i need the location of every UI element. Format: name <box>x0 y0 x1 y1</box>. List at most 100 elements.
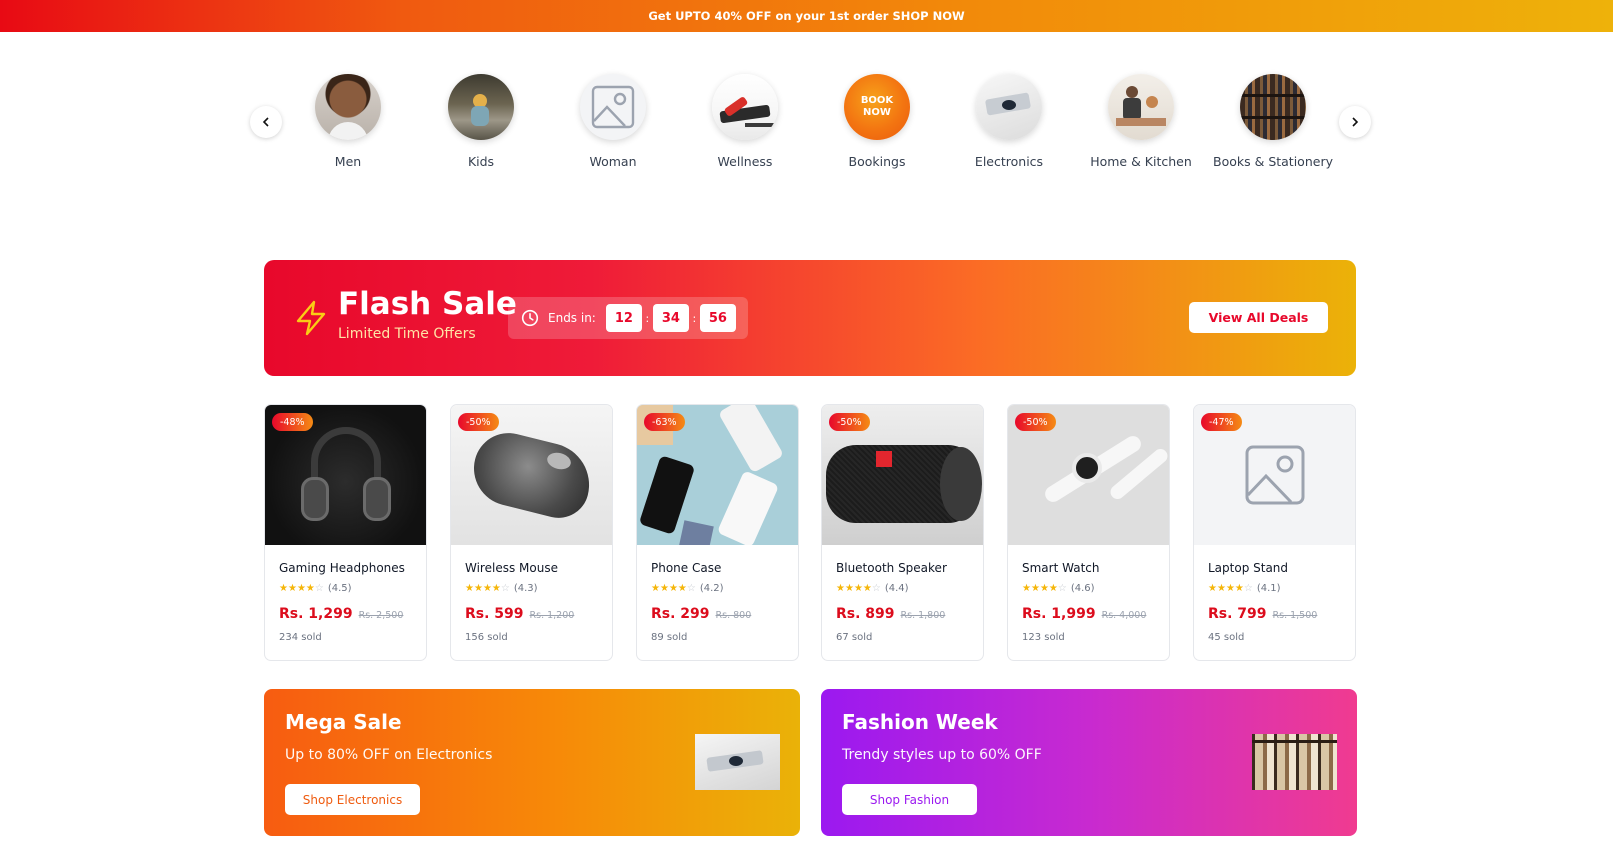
price-row: Rs. 899 Rs. 1,800 <box>836 606 945 622</box>
promo-subtitle: Up to 80% OFF on Electronics <box>285 747 493 763</box>
sale-price: Rs. 1,999 <box>1022 606 1096 622</box>
star-icon: ★ <box>668 582 678 594</box>
promo-bar-text: Get UPTO 40% OFF on your 1st order SHOP … <box>648 9 965 23</box>
library-photo-image <box>1240 74 1306 140</box>
star-icon: ★ <box>1039 582 1049 594</box>
timer-minutes: 34 <box>652 304 689 332</box>
sale-price: Rs. 1,299 <box>279 606 353 622</box>
category-label: Wellness <box>717 154 773 169</box>
mega-sale-banner: Mega Sale Up to 80% OFF on Electronics S… <box>264 689 800 836</box>
product-name: Smart Watch <box>1022 561 1100 575</box>
star-outline-icon: ☆ <box>500 582 510 594</box>
product-card[interactable]: -48% Gaming Headphones ★ ★ ★ ★ ☆ (4.5) Rs. 1… <box>264 404 427 661</box>
star-icon: ★ <box>287 582 297 594</box>
category-wellness[interactable]: Wellness <box>675 72 815 169</box>
carousel-next-button[interactable] <box>1339 106 1371 138</box>
workout-photo-image <box>712 74 778 140</box>
category-men[interactable]: Men <box>278 72 418 169</box>
star-rating: ★ ★ ★ ★ ☆ (4.6) <box>1022 583 1095 594</box>
star-icon: ★ <box>305 582 315 594</box>
star-icon: ★ <box>853 582 863 594</box>
product-card[interactable]: -50% Smart Watch ★ ★ ★ ★ ☆ (4.6) Rs. 1,999 R… <box>1007 404 1170 661</box>
shop-electronics-button[interactable]: Shop Electronics <box>285 784 420 815</box>
product-name: Gaming Headphones <box>279 561 405 575</box>
product-card[interactable]: -50% Bluetooth Speaker ★ ★ ★ ★ ☆ (4.4) Rs. 8… <box>821 404 984 661</box>
chevron-right-icon <box>1352 117 1359 127</box>
kitchen-photo-image <box>1108 74 1174 140</box>
category-books-stationery[interactable]: Books & Stationery <box>1203 72 1343 169</box>
sold-count: 123 sold <box>1022 632 1065 643</box>
star-outline-icon: ☆ <box>1057 582 1067 594</box>
star-outline-icon: ☆ <box>871 582 881 594</box>
star-icon: ★ <box>1216 582 1226 594</box>
timer-separator: : <box>645 311 650 325</box>
category-carousel: Men Kids Woman Wellness BOOK NOW Booking… <box>0 72 1613 182</box>
discount-badge: -50% <box>829 413 870 431</box>
product-card[interactable]: -50% Wireless Mouse ★ ★ ★ ★ ☆ (4.3) Rs. 599 … <box>450 404 613 661</box>
discount-badge: -50% <box>1015 413 1056 431</box>
star-icon: ★ <box>465 582 474 594</box>
star-icon: ★ <box>1048 582 1058 594</box>
star-rating: ★ ★ ★ ★ ☆ (4.1) <box>1208 583 1281 594</box>
price-row: Rs. 299 Rs. 800 <box>651 606 751 622</box>
star-icon: ★ <box>1030 582 1040 594</box>
star-icon: ★ <box>836 582 845 594</box>
book-now-text: BOOK NOW <box>860 95 894 118</box>
product-name: Phone Case <box>651 561 722 575</box>
star-rating: ★ ★ ★ ★ ☆ (4.4) <box>836 583 909 594</box>
sold-count: 89 sold <box>651 632 688 643</box>
category-label: Books & Stationery <box>1213 154 1333 169</box>
star-icon: ★ <box>677 582 687 594</box>
man-portrait-image <box>315 74 381 140</box>
fashion-week-banner: Fashion Week Trendy styles up to 60% OFF… <box>821 689 1357 836</box>
sold-count: 45 sold <box>1208 632 1245 643</box>
star-rating: ★ ★ ★ ★ ☆ (4.3) <box>465 583 538 594</box>
promo-bar[interactable]: Get UPTO 40% OFF on your 1st order SHOP … <box>0 0 1613 32</box>
sale-price: Rs. 799 <box>1208 606 1267 622</box>
price-row: Rs. 799 Rs. 1,500 <box>1208 606 1317 622</box>
sold-count: 234 sold <box>279 632 322 643</box>
product-card[interactable]: -63% Phone Case ★ ★ ★ ★ ☆ (4.2) Rs. 299 Rs. … <box>636 404 799 661</box>
star-icon: ★ <box>659 582 669 594</box>
discount-badge: -47% <box>1201 413 1242 431</box>
discount-badge: -50% <box>458 413 499 431</box>
star-icon: ★ <box>482 582 492 594</box>
timer-separator: : <box>692 311 697 325</box>
rating-value: (4.1) <box>1256 583 1281 594</box>
rating-value: (4.2) <box>699 583 724 594</box>
product-name: Laptop Stand <box>1208 561 1289 575</box>
product-card[interactable]: -47% Laptop Stand ★ ★ ★ ★ ☆ (4.1) Rs. 799 Rs… <box>1193 404 1356 661</box>
category-electronics[interactable]: Electronics <box>939 72 1079 169</box>
category-kids[interactable]: Kids <box>411 72 551 169</box>
star-icon: ★ <box>1225 582 1235 594</box>
child-outdoors-image <box>448 74 514 140</box>
product-name: Bluetooth Speaker <box>836 561 947 575</box>
category-woman[interactable]: Woman <box>543 72 683 169</box>
product-name: Wireless Mouse <box>465 561 558 575</box>
category-label: Electronics <box>974 154 1044 169</box>
star-rating: ★ ★ ★ ★ ☆ (4.5) <box>279 583 352 594</box>
category-bookings[interactable]: BOOK NOW Bookings <box>807 72 947 169</box>
star-outline-icon: ☆ <box>1243 582 1253 594</box>
category-label: Bookings <box>848 154 906 169</box>
shop-fashion-button[interactable]: Shop Fashion <box>842 784 977 815</box>
star-icon: ★ <box>473 582 483 594</box>
category-home-kitchen[interactable]: Home & Kitchen <box>1071 72 1211 169</box>
rating-value: (4.5) <box>327 583 352 594</box>
electronics-photo-image <box>976 74 1042 140</box>
view-all-deals-button[interactable]: View All Deals <box>1189 302 1328 333</box>
sold-count: 67 sold <box>836 632 873 643</box>
clock-icon <box>521 309 539 327</box>
star-icon: ★ <box>1022 582 1031 594</box>
category-label: Men <box>334 154 362 169</box>
rating-value: (4.4) <box>884 583 909 594</box>
star-outline-icon: ☆ <box>314 582 324 594</box>
star-icon: ★ <box>279 582 288 594</box>
image-placeholder-icon <box>580 74 646 140</box>
book-now-badge: BOOK NOW <box>844 74 910 140</box>
star-icon: ★ <box>491 582 501 594</box>
star-rating: ★ ★ ★ ★ ☆ (4.2) <box>651 583 724 594</box>
lightning-bolt-icon <box>296 300 326 336</box>
sale-price: Rs. 899 <box>836 606 895 622</box>
rating-value: (4.6) <box>1070 583 1095 594</box>
